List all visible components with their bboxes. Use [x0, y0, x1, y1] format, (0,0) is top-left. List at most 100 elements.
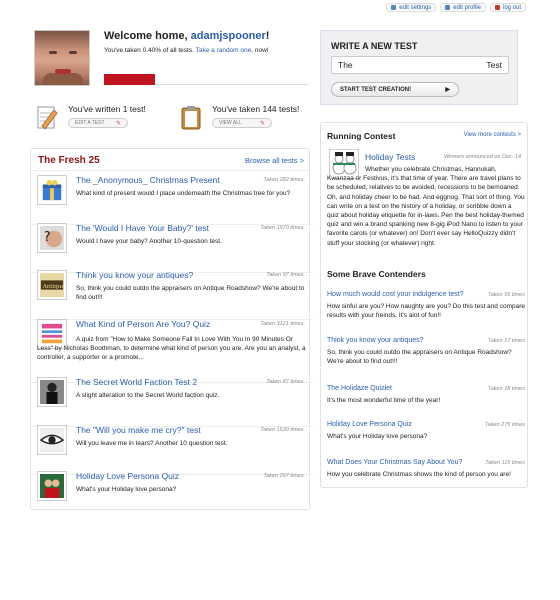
test-entry: Holiday Love Persona Quiz Taken 297 time… [37, 471, 307, 509]
log-out-link[interactable]: log out [489, 3, 526, 12]
test-title-link[interactable]: Holiday Love Persona Quiz [76, 471, 179, 481]
input-suffix: Test [486, 60, 502, 70]
taken-count: Taken 1970 times. [260, 225, 305, 231]
svg-text:Antique: Antique [42, 284, 64, 290]
antique-sign-icon: Antique [40, 273, 65, 297]
contender-title-link[interactable]: Think you know your antiques? [327, 337, 424, 344]
edit-test-button[interactable]: EDIT A TEST ✎ [68, 118, 128, 128]
gift-box-icon [42, 179, 62, 201]
notepad-pencil-icon [37, 106, 58, 130]
taken-stat: You've taken 144 tests! VIEW ALL ✎ [180, 104, 300, 134]
fresh-title: The Fresh 25 [38, 155, 100, 166]
username-link[interactable]: adamjspooner [191, 30, 266, 42]
contender-description: How sinful are you? How naughty are you?… [327, 303, 525, 320]
taken-count: Taken 275 times [484, 422, 525, 428]
test-entry: Antique Think you know your antiques? Ta… [31, 270, 313, 320]
random-test-link[interactable]: Take a random one [196, 47, 252, 54]
contender-item: How much would cost your indulgence test… [327, 291, 525, 327]
write-new-test-panel: WRITE A NEW TEST The Test START TEST CREA… [320, 30, 518, 105]
clipboard-icon [181, 106, 201, 130]
test-title-link[interactable]: The Secret World Faction Test 2 [76, 377, 197, 387]
taken-prefix: You've taken 0.40% of all tests. [104, 47, 196, 54]
test-thumbnail[interactable]: ? [37, 223, 67, 253]
edit-settings-label: edit settings [399, 4, 432, 11]
gear-icon [391, 5, 397, 10]
welcome-subtitle: You've taken 0.40% of all tests. Take a … [104, 47, 269, 54]
play-arrow-icon: ▶ [445, 87, 450, 93]
contender-title-link[interactable]: The Holidaze Quizlet [327, 385, 392, 392]
test-description: So, think you could outdo the appraisers… [76, 285, 305, 301]
taken-count: Taken 18 times [487, 386, 525, 392]
test-title-link[interactable]: What Kind of Person Are You? Quiz [76, 319, 210, 329]
contest-title: Running Contest [327, 131, 396, 141]
taken-label: You've taken 144 tests! [212, 104, 300, 114]
test-entry: What Kind of Person Are You? Quiz Taken … [31, 319, 313, 383]
progress-fill [104, 74, 155, 85]
taken-count: Taken 1530 times. [260, 427, 305, 433]
test-thumbnail[interactable]: Antique [37, 270, 67, 300]
fresh-header: The Fresh 25 Browse all tests > [31, 149, 309, 171]
winners-announced: Winners announced on Dec. 14 [444, 154, 521, 160]
contender-item: Think you know your antiques? Taken 17 t… [327, 337, 525, 373]
welcome-panel: Welcome home, adamjspooner! You've taken… [34, 30, 308, 90]
written-stat: You've written 1 test! EDIT A TEST ✎ [36, 104, 156, 134]
baby-question-icon: ? [40, 226, 64, 250]
taken-count: Taken 55 times [487, 292, 525, 298]
taken-suffix: , now! [251, 47, 269, 54]
fresh-25-panel: The Fresh 25 Browse all tests > The _Ano… [30, 148, 313, 510]
contest-description: Whether you celebrate Christmas, Hannuka… [327, 166, 525, 247]
contender-description: What's your Holiday love persona? [327, 433, 428, 440]
avatar-mouth [55, 69, 71, 74]
log-out-label: log out [502, 4, 521, 11]
taken-count: Taken 297 times. [263, 473, 305, 479]
pencil-icon [445, 5, 451, 10]
view-all-button[interactable]: VIEW ALL ✎ [212, 118, 272, 128]
test-entry: The Secret World Faction Test 2 Taken 87… [31, 377, 313, 427]
test-entry: ? The 'Would I Have Your Baby?' test Tak… [31, 223, 313, 273]
contender-title-link[interactable]: Holiday Love Persona Quiz [327, 421, 412, 428]
edit-test-label: EDIT A TEST [75, 120, 105, 126]
edit-profile-label: edit profile [453, 4, 481, 11]
test-title-link[interactable]: The _Anonymous_ Christmas Present [76, 175, 220, 185]
taken-count: Taken 115 times [485, 460, 525, 466]
avatar-eye [69, 51, 77, 54]
contender-description: It's the most wonderful time of the year… [327, 397, 441, 404]
logout-icon [494, 5, 500, 10]
taken-count: Taken 87 times. [266, 379, 305, 385]
written-label: You've written 1 test! [68, 104, 146, 114]
contender-item: The Holidaze Quizlet Taken 18 times It's… [327, 385, 525, 421]
view-more-contests-link[interactable]: View more contests > [464, 132, 521, 138]
pencil-icon: ✎ [259, 120, 265, 127]
start-test-creation-label: START TEST CREATION! [340, 86, 412, 93]
test-title-input[interactable]: The Test [331, 56, 509, 74]
test-title-link[interactable]: Think you know your antiques? [76, 270, 193, 280]
view-all-label: VIEW ALL [219, 120, 242, 126]
test-entry: The _Anonymous_ Christmas Present Taken … [31, 175, 313, 225]
browse-all-tests-link[interactable]: Browse all tests > [245, 156, 304, 165]
brave-contenders-title: Some Brave Contenders [327, 269, 426, 279]
avatar[interactable] [34, 30, 90, 86]
contender-item: What Does Your Christmas Say About You? … [327, 459, 525, 495]
edit-profile-link[interactable]: edit profile [440, 3, 486, 12]
test-thumbnail[interactable] [37, 377, 67, 407]
avatar-eye [49, 51, 57, 54]
test-thumbnail[interactable] [37, 471, 67, 501]
welcome-title: Welcome home, adamjspooner! [104, 30, 269, 42]
edit-settings-link[interactable]: edit settings [386, 3, 437, 12]
test-title-link[interactable]: The "Will you make me cry?" test [76, 425, 201, 435]
start-test-creation-button[interactable]: START TEST CREATION! ▶ [331, 82, 459, 97]
tests-progress-bar [104, 74, 308, 85]
write-new-test-title: WRITE A NEW TEST [331, 41, 418, 51]
test-title-link[interactable]: The 'Would I Have Your Baby?' test [76, 223, 209, 233]
test-thumbnail[interactable] [37, 425, 67, 455]
eye-icon [39, 428, 65, 452]
test-thumbnail[interactable] [37, 175, 67, 205]
contender-title-link[interactable]: How much would cost your indulgence test… [327, 291, 464, 298]
contest-name-link[interactable]: Holiday Tests [365, 152, 415, 162]
figure-icon [40, 380, 64, 404]
taken-count: Taken 3121 times. [260, 321, 305, 327]
test-description: A quiz from "How to Make Someone Fall In… [37, 336, 306, 361]
contender-title-link[interactable]: What Does Your Christmas Say About You? [327, 459, 462, 466]
taken-count: Taken 17 times [487, 338, 525, 344]
taken-count: Taken 282 times. [263, 177, 305, 183]
